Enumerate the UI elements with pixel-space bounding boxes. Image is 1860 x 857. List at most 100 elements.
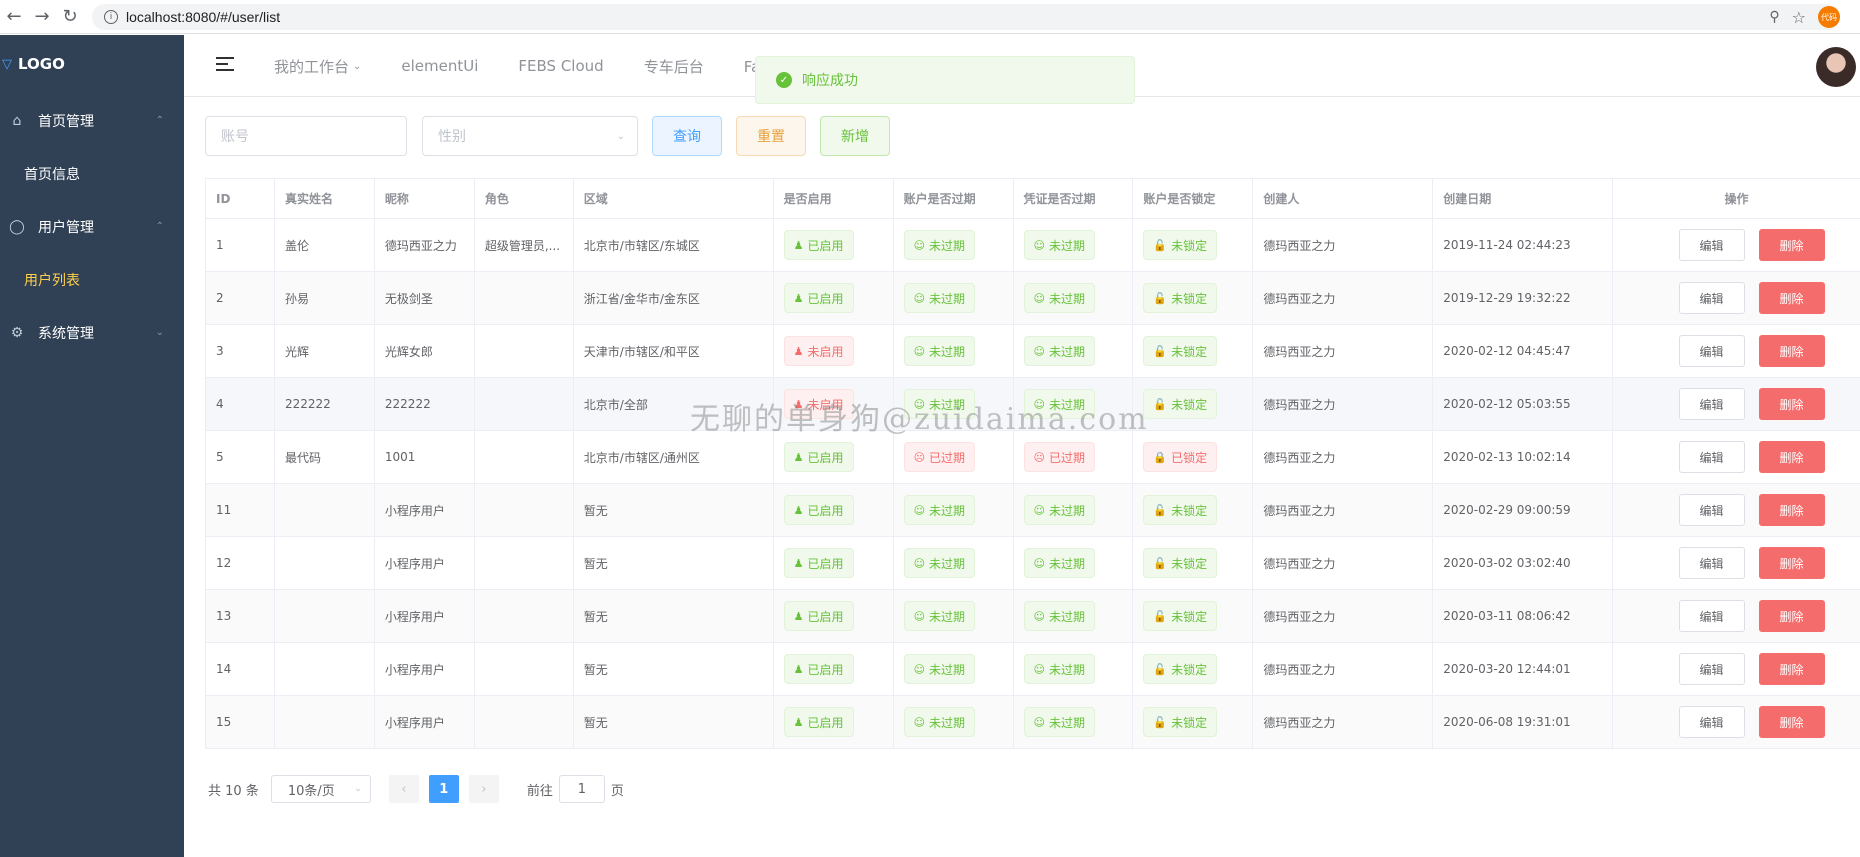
next-page-button[interactable]: › <box>468 775 499 803</box>
cell-id: 1 <box>206 219 275 271</box>
delete-button[interactable]: 删除 <box>1758 706 1825 738</box>
delete-button[interactable]: 删除 <box>1758 441 1825 473</box>
status-text: 未过期 <box>929 662 966 677</box>
cell-creator: 德玛西亚之力 <box>1253 219 1434 271</box>
key-icon[interactable]: ⚲ <box>1769 9 1779 25</box>
edit-button[interactable]: 编辑 <box>1678 600 1745 632</box>
column-header[interactable]: 真实姓名 <box>275 179 375 218</box>
user-check-icon: ♟ <box>793 503 804 517</box>
delete-button[interactable]: 删除 <box>1758 653 1825 685</box>
edit-button[interactable]: 编辑 <box>1678 282 1745 314</box>
sidebar-group-users[interactable]: ◯ 用户管理 ⌃ <box>0 199 184 255</box>
nav-febs-cloud[interactable]: FEBS Cloud <box>518 57 603 75</box>
unlock-icon: 🔓 <box>1153 715 1168 729</box>
forward-icon[interactable]: → <box>28 3 56 31</box>
delete-button[interactable]: 删除 <box>1758 494 1825 526</box>
column-header[interactable]: ID <box>206 179 275 218</box>
back-icon[interactable]: ← <box>0 3 28 31</box>
edit-button[interactable]: 编辑 <box>1678 229 1745 261</box>
hamburger-icon[interactable] <box>216 57 234 71</box>
edit-button[interactable]: 编辑 <box>1678 547 1745 579</box>
page-number-current[interactable]: 1 <box>428 775 459 803</box>
account-input[interactable]: 账号 <box>205 116 407 156</box>
cell-area: 暂无 <box>574 696 774 748</box>
table-row[interactable]: 14 小程序用户 暂无 ♟ 已启用 ☺ 未过期 ☺ 未过期 🔓 未锁定 德玛西亚之力… <box>206 643 1860 696</box>
table-row[interactable]: 4 222222 222222 北京市/全部 ♟ 未启用 ☺ 未过期 ☺ 未过期 🔓 … <box>206 378 1860 431</box>
nav-car-admin[interactable]: 专车后台 <box>644 56 704 77</box>
cell-creator: 德玛西亚之力 <box>1253 378 1434 430</box>
edit-button[interactable]: 编辑 <box>1678 653 1745 685</box>
edit-button[interactable]: 编辑 <box>1678 335 1745 367</box>
delete-button[interactable]: 删除 <box>1758 388 1825 420</box>
cell-enabled: ♟ 已启用 <box>774 537 894 589</box>
table-row[interactable]: 3 光辉 光辉女郎 天津市/市辖区/和平区 ♟ 未启用 ☺ 未过期 ☺ 未过期 🔓 未… <box>206 325 1860 378</box>
edit-button[interactable]: 编辑 <box>1678 494 1745 526</box>
star-icon[interactable]: ☆ <box>1792 8 1806 27</box>
extension-icon[interactable]: 代码 <box>1818 6 1840 28</box>
table-row[interactable]: 1 盖伦 德玛西亚之力 超级管理员,... 北京市/市辖区/东城区 ♟ 已启用 ☺ 未过… <box>206 219 1860 272</box>
column-header[interactable]: 区域 <box>574 179 774 218</box>
column-header[interactable]: 角色 <box>475 179 574 218</box>
nav-elementui[interactable]: elementUi <box>401 57 478 75</box>
table-row[interactable]: 2 孙易 无极剑圣 浙江省/金华市/金东区 ♟ 已启用 ☺ 未过期 ☺ 未过期 🔓 未… <box>206 272 1860 325</box>
unlock-icon: 🔓 <box>1153 662 1168 676</box>
table-row[interactable]: 15 小程序用户 暂无 ♟ 已启用 ☺ 未过期 ☺ 未过期 🔓 未锁定 德玛西亚之力… <box>206 696 1860 749</box>
nav-workbench[interactable]: 我的工作台 ⌄ <box>274 56 361 77</box>
gender-select[interactable]: 性别 ⌄ <box>422 116 638 156</box>
cell-real-name: 孙易 <box>275 272 375 324</box>
avatar[interactable] <box>1816 47 1856 87</box>
query-button[interactable]: 查询 <box>652 116 722 156</box>
reset-button[interactable]: 重置 <box>736 116 806 156</box>
status-text: 已启用 <box>807 503 844 518</box>
delete-button[interactable]: 删除 <box>1758 335 1825 367</box>
sidebar-item-home-info[interactable]: 首页信息 <box>0 149 184 199</box>
cell-role: 超级管理员,... <box>475 219 574 271</box>
table-row[interactable]: 13 小程序用户 暂无 ♟ 已启用 ☺ 未过期 ☺ 未过期 🔓 未锁定 德玛西亚之力… <box>206 590 1860 643</box>
edit-button[interactable]: 编辑 <box>1678 706 1745 738</box>
status-text: 未过期 <box>929 609 966 624</box>
goto-page-input[interactable]: 1 <box>558 775 605 803</box>
edit-button[interactable]: 编辑 <box>1678 388 1745 420</box>
column-header: 操作 <box>1724 192 1749 206</box>
cell-enabled: ♟ 已启用 <box>774 590 894 642</box>
table-row[interactable]: 11 小程序用户 暂无 ♟ 已启用 ☺ 未过期 ☺ 未过期 🔓 未锁定 德玛西亚之力… <box>206 484 1860 537</box>
cell-actions: 编辑 删除 <box>1613 537 1860 589</box>
add-button[interactable]: 新增 <box>820 116 890 156</box>
delete-button[interactable]: 删除 <box>1758 547 1825 579</box>
smile-icon: ☺ <box>913 662 926 676</box>
column-header[interactable]: 账户是否锁定 <box>1133 179 1254 218</box>
cell-real-name <box>275 484 375 536</box>
column-header[interactable]: 凭证是否过期 <box>1014 179 1134 218</box>
table-row[interactable]: 5 最代码 1001 北京市/市辖区/通州区 ♟ 已启用 ☹ 已过期 ☹ 已过期 🔒 … <box>206 431 1860 484</box>
edit-button[interactable]: 编辑 <box>1678 441 1745 473</box>
info-icon[interactable]: i <box>104 10 118 24</box>
status-badge: ☺ 未过期 <box>1023 707 1095 737</box>
column-header[interactable]: 创建人 <box>1253 179 1434 218</box>
delete-button[interactable]: 删除 <box>1758 600 1825 632</box>
reload-icon[interactable]: ↻ <box>56 3 84 31</box>
cell-created-date: 2020-02-12 04:45:47 <box>1433 325 1614 377</box>
chevron-down-icon: ⌄ <box>354 784 362 794</box>
table-row[interactable]: 12 小程序用户 暂无 ♟ 已启用 ☺ 未过期 ☺ 未过期 🔓 未锁定 德玛西亚之力… <box>206 537 1860 590</box>
column-header[interactable]: 是否启用 <box>774 179 894 218</box>
status-badge: 🔓 未锁定 <box>1143 654 1218 684</box>
column-header[interactable]: 创建日期 <box>1433 179 1614 218</box>
sidebar-group-home[interactable]: ⌂ 首页管理 ⌃ <box>0 93 184 149</box>
cell-id: 5 <box>206 431 275 483</box>
page-size-select[interactable]: 10条/页 ⌄ <box>270 775 371 803</box>
user-x-icon: ♟ <box>793 344 804 358</box>
status-badge: ♟ 已启用 <box>783 230 854 260</box>
column-header[interactable]: 昵称 <box>375 179 475 218</box>
prev-page-button[interactable]: ‹ <box>388 775 419 803</box>
delete-button[interactable]: 删除 <box>1758 282 1825 314</box>
column-header[interactable]: 账户是否过期 <box>894 179 1014 218</box>
status-text: 未过期 <box>1048 397 1085 412</box>
address-bar[interactable]: i localhost:8080/#/user/list ⚲ ☆ 代码 <box>92 4 1840 30</box>
cell-credential-expired: ☺ 未过期 <box>1014 325 1134 377</box>
delete-button[interactable]: 删除 <box>1758 229 1825 261</box>
sidebar-group-system[interactable]: ⚙ 系统管理 ⌄ <box>0 305 184 361</box>
status-text: 已锁定 <box>1171 450 1208 465</box>
sidebar-item-user-list[interactable]: 用户列表 <box>0 255 184 305</box>
url-text: localhost:8080/#/user/list <box>126 9 281 25</box>
cell-role <box>475 378 574 430</box>
